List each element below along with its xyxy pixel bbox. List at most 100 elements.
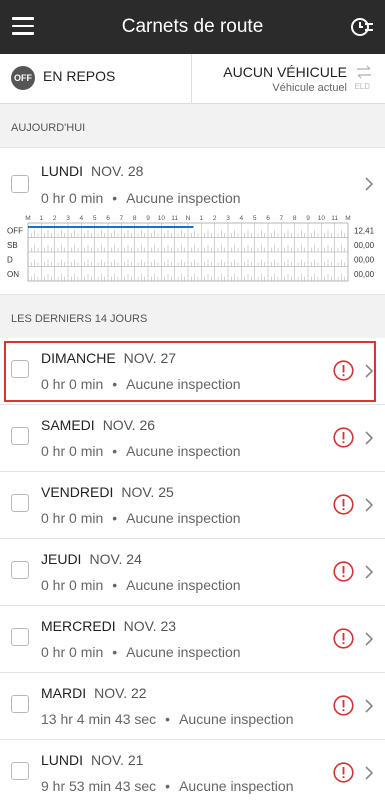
log-date: NOV. 23 — [123, 618, 177, 634]
hour-tick-label: 10 — [158, 215, 166, 222]
log-checkbox[interactable] — [11, 762, 29, 780]
log-day: JEUDI NOV. 24 — [41, 551, 142, 567]
log-summary: 13 hr 4 min 43 sec • Aucune inspection — [41, 711, 294, 727]
log-day: SAMEDI NOV. 26 — [41, 417, 155, 433]
hour-tick-label: 9 — [306, 215, 310, 222]
separator-dot: • — [165, 711, 171, 727]
app-bar: Carnets de route — [0, 0, 385, 54]
log-checkbox[interactable] — [11, 561, 29, 579]
log-summary: 0 hr 0 min • Aucune inspection — [41, 443, 241, 459]
chevron-right-icon — [365, 177, 374, 191]
log-summary: 0 hr 0 min • Aucune inspection — [41, 577, 241, 593]
log-checkbox[interactable] — [11, 360, 29, 378]
hour-tick-label: 11 — [331, 215, 338, 222]
menu-icon[interactable] — [12, 17, 34, 37]
alert-icon[interactable] — [333, 762, 354, 783]
hour-tick-label: 7 — [120, 215, 124, 222]
log-day-row[interactable]: MARDI NOV. 22 13 hr 4 min 43 sec • Aucune in… — [0, 673, 385, 740]
log-day-name: DIMANCHE — [41, 350, 116, 366]
graph-row-label: OFF — [7, 226, 23, 235]
hour-tick-label: 3 — [226, 215, 230, 222]
log-day: LUNDI NOV. 28 — [41, 163, 143, 179]
separator-dot: • — [112, 644, 118, 660]
alert-icon[interactable] — [333, 494, 354, 515]
log-day-name: MERCREDI — [41, 618, 116, 634]
log-checkbox[interactable] — [11, 427, 29, 445]
page-title: Carnets de route — [121, 16, 264, 37]
status-bar: OFF EN REPOS AUCUN VÉHICULE Véhicule act… — [0, 54, 385, 104]
log-date: NOV. 28 — [91, 163, 144, 179]
log-day-row[interactable]: MERCREDI NOV. 23 0 hr 0 min • Aucune inspect… — [0, 606, 385, 673]
log-summary: 0 hr 0 min • Aucune inspection — [41, 190, 241, 206]
vehicle-label: AUCUN VÉHICULE — [223, 64, 347, 80]
log-day-row[interactable]: DIMANCHE NOV. 27 0 hr 0 min • Aucune inspect… — [0, 338, 385, 405]
log-date: NOV. 27 — [123, 350, 177, 366]
hour-tick-label: 5 — [253, 215, 257, 222]
hour-tick-label: 4 — [80, 215, 84, 222]
past-days-list: DIMANCHE NOV. 27 0 hr 0 min • Aucune inspect… — [0, 338, 385, 802]
log-checkbox[interactable] — [11, 628, 29, 646]
chevron-right-icon — [365, 498, 374, 512]
alert-icon[interactable] — [333, 561, 354, 582]
log-day: MARDI NOV. 22 — [41, 685, 147, 701]
separator-dot: • — [112, 510, 118, 526]
log-day-name: JEUDI — [41, 551, 82, 567]
hour-tick-label: M — [345, 215, 350, 222]
log-day-row[interactable]: JEUDI NOV. 24 0 hr 0 min • Aucune inspection — [0, 539, 385, 606]
chevron-right-icon — [365, 565, 374, 579]
log-hours: 0 hr 0 min — [41, 510, 104, 526]
log-day-row[interactable]: LUNDI NOV. 21 9 hr 53 min 43 sec • Aucune in… — [0, 740, 385, 802]
eld-label: ELD — [354, 82, 370, 91]
separator-dot: • — [112, 190, 118, 206]
log-hours: 0 hr 0 min — [41, 190, 104, 206]
hour-tick-label: 1 — [40, 215, 44, 222]
hour-tick-label: 6 — [266, 215, 270, 222]
log-day-row[interactable]: SAMEDI NOV. 26 0 hr 0 min • Aucune inspectio… — [0, 405, 385, 472]
vehicle-selector[interactable]: AUCUN VÉHICULE Véhicule actuel ELD — [192, 54, 385, 103]
log-checkbox[interactable] — [11, 175, 29, 193]
hour-tick-label: M — [25, 215, 30, 222]
past-section-header: LES DERNIERS 14 JOURS — [11, 313, 148, 325]
alert-icon[interactable] — [333, 427, 354, 448]
log-date: NOV. 22 — [94, 685, 147, 701]
hour-tick-label: N — [186, 215, 191, 222]
log-checkbox[interactable] — [11, 494, 29, 512]
hour-tick-label: 4 — [240, 215, 244, 222]
alert-icon[interactable] — [333, 695, 354, 716]
log-day: MERCREDI NOV. 23 — [41, 618, 176, 634]
hour-tick-label: 10 — [318, 215, 326, 222]
log-inspection: Aucune inspection — [126, 510, 241, 526]
log-day-name: SAMEDI — [41, 417, 95, 433]
log-inspection: Aucune inspection — [179, 778, 294, 794]
hos-graph: M 1 2 3 4 5 6 7 8 9 10 11 N 1 2 3 4 5 6 7 8 9 10 11 MOFF 12,41SB 0… — [7, 215, 375, 282]
log-hours: 13 hr 4 min 43 sec — [41, 711, 157, 727]
hour-tick-label: 8 — [293, 215, 297, 222]
log-day-row[interactable]: VENDREDI NOV. 25 0 hr 0 min • Aucune inspect… — [0, 472, 385, 539]
alert-icon[interactable] — [333, 628, 354, 649]
alert-icon[interactable] — [333, 360, 354, 381]
graph-row-total: 00,00 — [354, 255, 375, 264]
hour-tick-label: 2 — [53, 215, 57, 222]
log-checkbox[interactable] — [11, 695, 29, 713]
log-day-name: LUNDI — [41, 163, 84, 179]
log-summary: 0 hr 0 min • Aucune inspection — [41, 510, 241, 526]
graph-row-label: D — [7, 255, 13, 264]
log-day-name: MARDI — [41, 685, 87, 701]
graph-row-label: ON — [7, 270, 19, 279]
duty-status-button[interactable]: OFF EN REPOS — [0, 54, 192, 103]
chevron-right-icon — [365, 766, 374, 780]
hour-tick-label: 9 — [146, 215, 150, 222]
today-log-row[interactable]: LUNDI NOV. 28 0 hr 0 min • Aucune inspectio… — [0, 147, 385, 295]
log-summary: 0 hr 0 min • Aucune inspection — [41, 376, 241, 392]
log-day: VENDREDI NOV. 25 — [41, 484, 174, 500]
hour-tick-label: 8 — [133, 215, 137, 222]
vehicle-sublabel: Véhicule actuel — [272, 82, 347, 94]
log-hours: 0 hr 0 min — [41, 644, 104, 660]
hour-tick-label: 1 — [200, 215, 204, 222]
graph-row-total: 00,00 — [354, 270, 375, 279]
clock-list-icon[interactable] — [351, 16, 373, 38]
separator-dot: • — [112, 577, 118, 593]
log-date: NOV. 26 — [102, 417, 156, 433]
log-inspection: Aucune inspection — [126, 376, 241, 392]
log-hours: 0 hr 0 min — [41, 577, 104, 593]
